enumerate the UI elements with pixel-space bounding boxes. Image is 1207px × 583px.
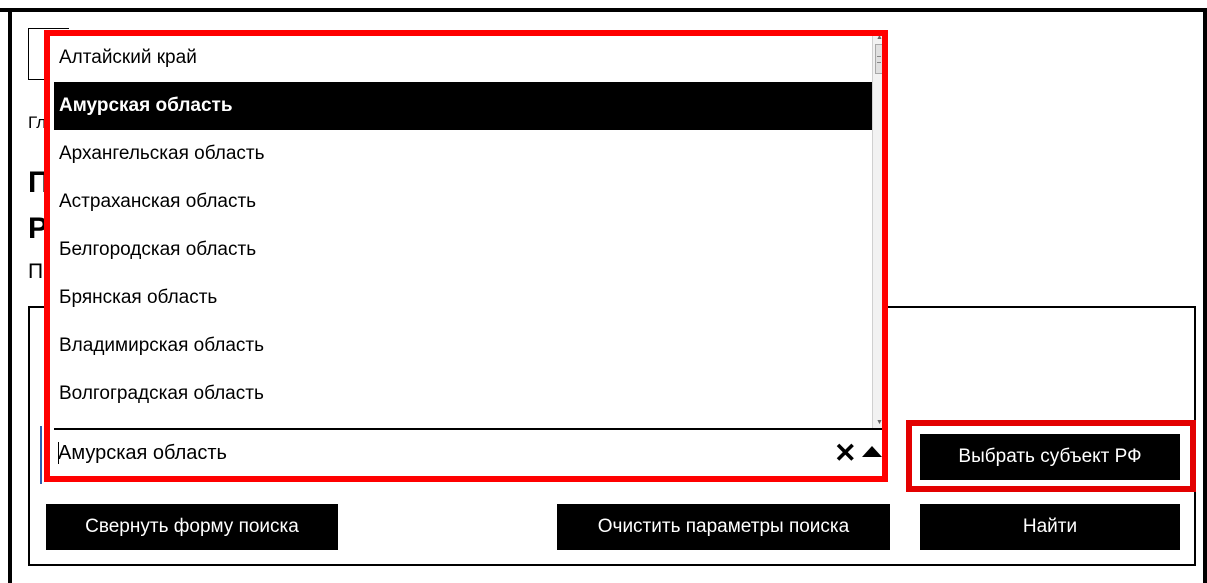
dropdown-option[interactable]: Амурская область [54, 82, 874, 130]
dropdown-option[interactable]: Алтайский край [54, 34, 874, 82]
window-frame-right [1203, 8, 1207, 583]
region-select-value: Амурская область [58, 442, 227, 464]
dropdown-scrollbar[interactable]: ▲ ▼ [872, 34, 885, 428]
focus-edge [40, 426, 42, 484]
triangle-up-icon[interactable] [862, 446, 882, 457]
page-subtitle: П [28, 260, 44, 283]
scroll-down-arrow-icon[interactable]: ▼ [876, 419, 883, 426]
scroll-up-arrow-icon[interactable]: ▲ [876, 34, 883, 41]
dropdown-option[interactable]: Волгоградская область [54, 370, 874, 418]
find-button[interactable]: Найти [920, 504, 1180, 550]
choose-region-button[interactable]: Выбрать субъект РФ [920, 434, 1180, 480]
window-frame-top [0, 8, 1207, 12]
text-caret [58, 442, 59, 464]
collapse-form-button[interactable]: Свернуть форму поиска [46, 504, 338, 550]
dropdown-option[interactable]: Брянская область [54, 274, 874, 322]
scrollbar-thumb[interactable] [875, 44, 883, 74]
dropdown-option[interactable]: Белгородская область [54, 226, 874, 274]
dropdown-option[interactable]: Астраханская область [54, 178, 874, 226]
clear-search-params-button[interactable]: Очистить параметры поиска [557, 504, 890, 550]
region-select[interactable]: Алтайский край Амурская область Архангельс… [44, 30, 888, 482]
region-dropdown-list: Алтайский край Амурская область Архангельс… [54, 34, 874, 434]
close-icon[interactable]: ✕ [834, 440, 857, 467]
dropdown-option[interactable]: Архангельская область [54, 130, 874, 178]
region-select-field[interactable]: Амурская область ✕ [54, 428, 884, 480]
dropdown-option[interactable]: Владимирская область [54, 322, 874, 370]
window-frame-left [8, 8, 12, 583]
